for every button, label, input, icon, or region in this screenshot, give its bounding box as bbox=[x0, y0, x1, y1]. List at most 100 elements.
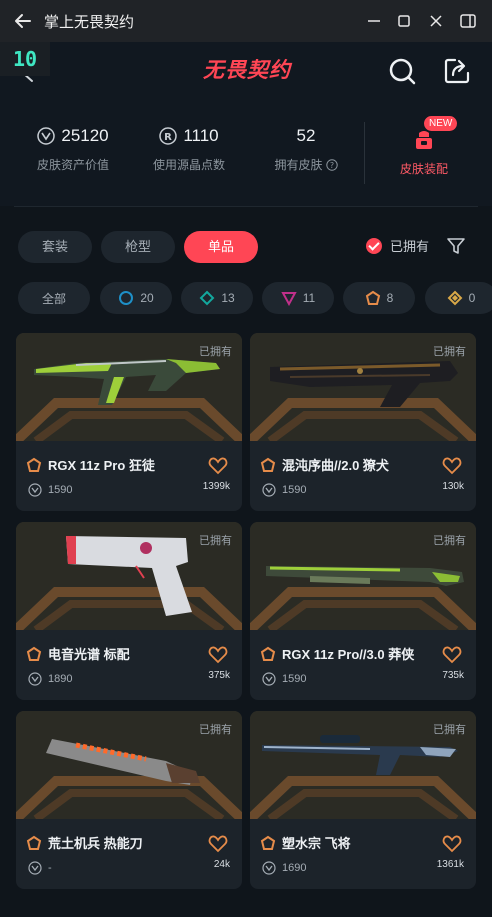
chip-select[interactable]: 20 bbox=[100, 282, 172, 314]
minimize-icon[interactable] bbox=[364, 11, 384, 31]
tab-set[interactable]: 套装 bbox=[18, 231, 92, 263]
heart-icon[interactable] bbox=[442, 646, 462, 664]
chip-premium[interactable]: 11 bbox=[262, 282, 334, 314]
tier-exclusive-icon bbox=[26, 835, 42, 850]
help-icon[interactable]: ? bbox=[325, 158, 338, 171]
maximize-icon[interactable] bbox=[394, 11, 414, 31]
section-divider bbox=[14, 206, 478, 207]
heart-icon[interactable] bbox=[208, 457, 228, 475]
owned-skins-stat: 52 拥有皮肤 ? bbox=[266, 124, 346, 173]
chip-label: 全部 bbox=[41, 291, 66, 306]
app-logo: 无畏契约 bbox=[203, 58, 291, 82]
valorant-points-icon bbox=[37, 127, 56, 145]
asset-value-label: 皮肤资产价值 bbox=[36, 158, 109, 172]
owned-filter-toggle[interactable]: 已拥有 bbox=[366, 236, 429, 255]
search-icon[interactable] bbox=[387, 56, 417, 86]
owned-tag: 已拥有 bbox=[433, 724, 466, 736]
window-title: 掌上无畏契约 bbox=[44, 14, 135, 31]
chip-label: 11 bbox=[302, 291, 316, 305]
valorant-points-icon bbox=[262, 483, 276, 497]
skin-card[interactable]: 已拥有 电音光谱 标配 1890 375k bbox=[16, 522, 242, 700]
sidebar-toggle-icon[interactable] bbox=[458, 11, 478, 31]
skin-price: - bbox=[48, 862, 52, 874]
tab-single-item[interactable]: 单品 bbox=[184, 231, 258, 263]
skin-name: 混沌序曲//2.0 獠犬 bbox=[282, 458, 389, 473]
svg-text:R: R bbox=[164, 132, 172, 143]
heart-icon[interactable] bbox=[442, 835, 462, 853]
valorant-points-icon bbox=[28, 672, 42, 686]
like-count: 1361k bbox=[436, 859, 464, 870]
skin-name: 电音光谱 标配 bbox=[48, 647, 130, 662]
checkbox-checked-icon[interactable] bbox=[366, 237, 382, 254]
skin-card[interactable]: 已拥有 塑水宗 飞将 1690 1361k bbox=[250, 711, 476, 889]
skin-image: 已拥有 bbox=[250, 333, 476, 441]
like-count: 735k bbox=[442, 670, 464, 681]
skin-card[interactable]: 已拥有 荒土机兵 热能刀 - 24k bbox=[16, 711, 242, 889]
like-count: 24k bbox=[213, 859, 230, 870]
tier-select-icon bbox=[119, 291, 134, 305]
owned-tag: 已拥有 bbox=[433, 346, 466, 358]
skin-card[interactable]: 已拥有 RGX 11z Pro//3.0 莽侠 1590 735k bbox=[250, 522, 476, 700]
tier-exclusive-icon bbox=[260, 646, 276, 661]
tier-exclusive-icon bbox=[260, 835, 276, 850]
tier-exclusive-icon bbox=[365, 290, 380, 305]
chip-exclusive[interactable]: 8 bbox=[343, 282, 415, 314]
heart-icon[interactable] bbox=[442, 457, 462, 475]
skin-price: 1590 bbox=[48, 484, 73, 496]
skin-card[interactable]: 已拥有 RGX 11z Pro 狂徒 1590 1399k bbox=[16, 333, 242, 511]
radianite-icon: R bbox=[159, 127, 178, 145]
skin-name: 荒土机兵 热能刀 bbox=[48, 836, 143, 851]
tier-exclusive-icon bbox=[260, 457, 276, 472]
valorant-points-icon bbox=[28, 861, 42, 875]
like-count: 1399k bbox=[202, 481, 230, 492]
fps-badge: 10 bbox=[0, 42, 50, 76]
share-icon[interactable] bbox=[442, 56, 472, 86]
owned-tag: 已拥有 bbox=[433, 535, 466, 547]
owned-filter-label: 已拥有 bbox=[390, 239, 430, 254]
like-count: 130k bbox=[442, 481, 464, 492]
tier-ultra-icon bbox=[447, 290, 463, 306]
chip-label: 13 bbox=[221, 291, 235, 305]
chip-label: 0 bbox=[468, 291, 476, 305]
filter-icon[interactable] bbox=[446, 236, 466, 256]
skin-card[interactable]: 已拥有 混沌序曲//2.0 獠犬 1590 130k bbox=[250, 333, 476, 511]
skin-image: 已拥有 bbox=[16, 522, 242, 630]
skin-name: 塑水宗 飞将 bbox=[282, 836, 351, 851]
skin-image: 已拥有 bbox=[16, 711, 242, 819]
skin-price: 1590 bbox=[282, 673, 307, 685]
skin-price: 1890 bbox=[48, 673, 73, 685]
skin-image: 已拥有 bbox=[250, 522, 476, 630]
skin-image: 已拥有 bbox=[250, 711, 476, 819]
chip-all[interactable]: 全部 bbox=[18, 282, 90, 314]
asset-value-stat: 25120 皮肤资产价值 bbox=[28, 124, 118, 173]
valorant-points-icon bbox=[262, 672, 276, 686]
skin-name: RGX 11z Pro//3.0 莽侠 bbox=[282, 647, 415, 662]
skin-price: 1590 bbox=[282, 484, 307, 496]
tier-premium-icon bbox=[281, 292, 297, 306]
skin-image: 已拥有 bbox=[16, 333, 242, 441]
valorant-points-icon bbox=[262, 861, 276, 875]
owned-skins-label: 拥有皮肤 bbox=[274, 158, 323, 172]
heart-icon[interactable] bbox=[208, 646, 228, 664]
skin-equip-label[interactable]: 皮肤装配 bbox=[388, 160, 460, 177]
tier-exclusive-icon bbox=[26, 457, 42, 472]
owned-tag: 已拥有 bbox=[199, 724, 232, 736]
like-count: 375k bbox=[208, 670, 230, 681]
radianite-label: 使用源晶点数 bbox=[152, 158, 225, 172]
chip-label: 8 bbox=[386, 291, 394, 305]
chip-deluxe[interactable]: 13 bbox=[181, 282, 253, 314]
chip-label: 20 bbox=[140, 291, 154, 305]
close-icon[interactable] bbox=[426, 11, 446, 31]
chip-ultra[interactable]: 0 bbox=[425, 282, 492, 314]
owned-skins-value: 52 bbox=[296, 126, 316, 145]
radianite-stat: R 1110 使用源晶点数 bbox=[144, 124, 234, 173]
valorant-points-icon bbox=[28, 483, 42, 497]
new-badge: NEW bbox=[424, 116, 458, 131]
heart-icon[interactable] bbox=[208, 835, 228, 853]
owned-tag: 已拥有 bbox=[199, 535, 232, 547]
window-back-icon[interactable] bbox=[12, 10, 34, 32]
tab-weapon-type[interactable]: 枪型 bbox=[101, 231, 175, 263]
skin-price: 1690 bbox=[282, 862, 307, 874]
skin-name: RGX 11z Pro 狂徒 bbox=[48, 458, 155, 473]
asset-value: 25120 bbox=[61, 126, 109, 145]
